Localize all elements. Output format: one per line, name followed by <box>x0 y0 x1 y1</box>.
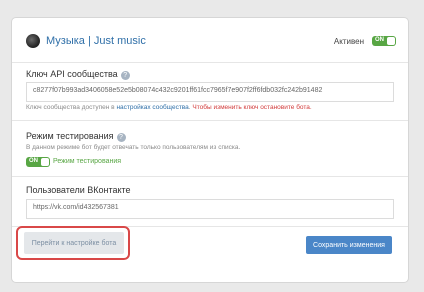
bot-header: Музыка | Just music Активен ON <box>26 32 396 52</box>
api-key-note-prefix: Ключ сообщества доступен в <box>26 104 117 111</box>
api-key-title: Ключ API сообщества <box>26 69 118 79</box>
test-mode-toggle[interactable]: ON <box>26 157 50 167</box>
help-icon[interactable]: ? <box>116 133 126 142</box>
status-label: Активен <box>333 37 364 46</box>
api-key-title-row: Ключ API сообщества? <box>26 69 130 80</box>
header-divider <box>12 62 408 63</box>
active-toggle[interactable]: ON <box>372 36 396 46</box>
stop-bot-warning: Чтобы изменить ключ остановите бота. <box>192 104 312 111</box>
section-divider <box>12 120 408 121</box>
help-icon[interactable]: ? <box>120 71 130 80</box>
test-mode-title-row: Режим тестирования? <box>26 131 126 142</box>
avatar <box>26 34 40 48</box>
active-toggle-label: ON <box>375 37 384 43</box>
test-mode-description: В данном режиме бот будет отвечать тольк… <box>26 144 241 151</box>
save-changes-button[interactable]: Сохранить изменения <box>306 236 392 254</box>
test-mode-toggle-label: ON <box>29 158 38 164</box>
toggle-knob <box>387 37 395 45</box>
api-key-field[interactable]: c8277f07b993ad3406058e52e5b08074c432c920… <box>26 82 394 102</box>
api-key-note: Ключ сообщества доступен в настройках со… <box>26 104 312 111</box>
bot-name-link[interactable]: Музыка | Just music <box>46 35 146 47</box>
section-divider <box>12 176 408 177</box>
highlight-frame <box>16 226 130 260</box>
vk-users-value: https://vk.com/id432567381 <box>33 204 119 211</box>
vk-users-title: Пользователи ВКонтакте <box>26 185 131 195</box>
api-key-value: c8277f07b993ad3406058e52e5b08074c432c920… <box>33 87 323 94</box>
toggle-knob <box>41 158 49 166</box>
community-settings-link[interactable]: настройках сообщества <box>116 104 188 111</box>
test-mode-toggle-text: Режим тестирования <box>53 158 122 165</box>
vk-users-field[interactable]: https://vk.com/id432567381 <box>26 199 394 219</box>
test-mode-title: Режим тестирования <box>26 131 114 141</box>
